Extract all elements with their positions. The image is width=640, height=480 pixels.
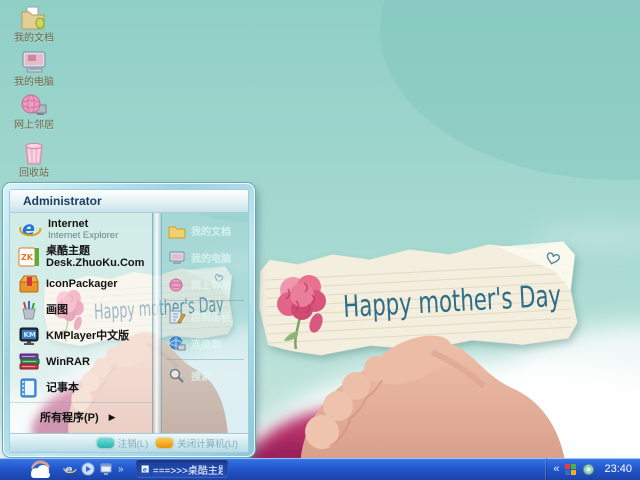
- ie-page-icon: e: [140, 465, 149, 473]
- tray-collapse-chevron[interactable]: «: [553, 463, 559, 475]
- quick-launch-media-player[interactable]: [80, 462, 95, 477]
- user-name: Administrator: [23, 194, 102, 208]
- quick-launch-show-desktop[interactable]: [98, 462, 113, 477]
- start-button[interactable]: [0, 458, 58, 480]
- menu-separator: [166, 359, 244, 360]
- desktop-icon-label: 回收站: [19, 168, 49, 179]
- start-menu-user-banner: Administrator: [10, 190, 248, 213]
- menu-separator: [166, 300, 244, 301]
- menu-item-winrar[interactable]: WinRAR: [10, 349, 152, 375]
- tray-status-icon[interactable]: [582, 463, 595, 476]
- menu-item-label: 我的电脑: [191, 254, 231, 265]
- svg-text:KM: KM: [24, 331, 36, 339]
- control-panel-icon: [169, 310, 186, 324]
- desktop-icon-network-places[interactable]: 网上邻居: [6, 93, 62, 131]
- desktop-icon-label: 网上邻居: [14, 120, 54, 131]
- desktop-icon-recycle-bin[interactable]: 回收站: [6, 139, 62, 179]
- menu-item-connect-to[interactable]: 连接到: [162, 330, 248, 357]
- quick-launch-internet-explorer[interactable]: e: [62, 462, 77, 477]
- all-programs-arrow-icon: ▶: [108, 411, 116, 422]
- start-menu-footer: 注销(L) 关闭计算机(U): [10, 433, 248, 452]
- my-computer-icon: [169, 251, 185, 264]
- log-off-icon: [96, 438, 114, 448]
- cloud-start-icon: [31, 460, 50, 478]
- log-off-label: 注销(L): [117, 439, 149, 450]
- internet-explorer-icon: e: [62, 463, 77, 476]
- shut-down-button[interactable]: 关闭计算机(U): [156, 436, 238, 450]
- desktop-icon-label: 我的电脑: [14, 77, 54, 88]
- taskbar-clock: 23:40: [604, 463, 632, 475]
- menu-item-network-places[interactable]: 网上邻居: [162, 271, 248, 298]
- menu-item-internet[interactable]: e Internet Internet Explorer: [10, 215, 152, 243]
- desktop-icon-my-computer[interactable]: 我的电脑: [6, 48, 62, 88]
- menu-item-label: 桌酷主题Desk.ZhuoKu.Com: [46, 245, 145, 269]
- media-player-icon: [81, 462, 94, 476]
- start-menu-system-column: 我的文档 我的电脑 网上邻居 控制面板 连接到 搜索: [162, 213, 248, 433]
- svg-text:e: e: [142, 466, 146, 473]
- iconpackager-icon: [19, 275, 39, 293]
- menu-item-paint[interactable]: 画图: [10, 297, 152, 323]
- connect-to-icon: [169, 336, 186, 350]
- shut-down-label: 关闭计算机(U): [177, 439, 238, 450]
- recycle-bin-icon: [25, 142, 43, 165]
- menu-item-kmplayer[interactable]: KM KMPlayer中文版: [10, 323, 152, 349]
- menu-item-my-documents[interactable]: 我的文档: [162, 217, 248, 244]
- menu-item-iconpackager[interactable]: IconPackager: [10, 271, 152, 297]
- menu-item-search[interactable]: 搜索: [162, 362, 248, 389]
- menu-item-label: 网上邻居: [191, 281, 231, 292]
- zhuoku-theme-icon: ZK: [18, 247, 39, 267]
- menu-item-label: 我的文档: [191, 227, 231, 238]
- internet-explorer-icon: e: [19, 218, 42, 240]
- taskbar: e » e ===>>>桌酷主题 - M... «: [0, 458, 640, 480]
- my-documents-icon: [21, 6, 45, 30]
- menu-item-label: IconPackager: [46, 278, 118, 290]
- svg-text:ZK: ZK: [21, 253, 34, 262]
- menu-item-my-computer[interactable]: 我的电脑: [162, 244, 248, 271]
- desktop-icon-label: 我的文档: [14, 33, 54, 44]
- kmplayer-icon: KM: [19, 327, 39, 345]
- quick-launch-overflow-chevron[interactable]: »: [116, 464, 126, 475]
- menu-item-label: 画图: [46, 304, 68, 316]
- start-menu-pinned-column: e Internet Internet Explorer ZK 桌酷主题Desk…: [10, 213, 152, 433]
- menu-item-control-panel[interactable]: 控制面板: [162, 303, 248, 330]
- tray-theme-app-icon[interactable]: [564, 463, 577, 476]
- my-documents-icon: [168, 226, 186, 238]
- menu-item-label: Internet: [48, 217, 89, 230]
- all-programs-button[interactable]: 所有程序(P) ▶: [10, 402, 152, 433]
- start-menu: Administrator e Internet Internet Explor…: [3, 183, 255, 457]
- shut-down-icon: [156, 438, 174, 448]
- menu-item-label: 记事本: [46, 382, 79, 394]
- menu-item-label: WinRAR: [46, 356, 90, 368]
- notepad-icon: [20, 378, 37, 398]
- network-places-icon: [21, 94, 47, 115]
- menu-column-divider: [152, 213, 162, 433]
- task-button-label: ===>>>桌酷主题 - M...: [152, 465, 223, 477]
- quick-launch-bar: e »: [58, 458, 130, 480]
- menu-item-label: 控制面板: [191, 313, 231, 324]
- menu-item-notepad[interactable]: 记事本: [10, 375, 152, 401]
- system-tray: « 23:40: [545, 458, 640, 480]
- show-desktop-icon: [100, 463, 111, 475]
- my-computer-icon: [22, 51, 46, 73]
- taskbar-task-button[interactable]: e ===>>>桌酷主题 - M...: [135, 460, 228, 478]
- desktop-icon-my-documents[interactable]: 我的文档: [6, 4, 62, 44]
- log-off-button[interactable]: 注销(L): [96, 436, 149, 450]
- paint-icon: [22, 301, 36, 320]
- menu-item-label: 连接到: [191, 340, 221, 351]
- menu-item-sublabel: Internet Explorer: [48, 229, 119, 241]
- menu-item-zhuoku-theme[interactable]: ZK 桌酷主题Desk.ZhuoKu.Com: [10, 243, 152, 271]
- menu-item-label: KMPlayer中文版: [46, 330, 130, 342]
- network-places-icon: [169, 278, 183, 291]
- menu-item-label: 搜索: [191, 372, 211, 383]
- all-programs-label: 所有程序(P): [40, 412, 99, 424]
- search-icon: [169, 368, 184, 383]
- svg-text:e: e: [22, 218, 35, 240]
- winrar-icon: [19, 353, 40, 370]
- svg-text:e: e: [65, 463, 73, 476]
